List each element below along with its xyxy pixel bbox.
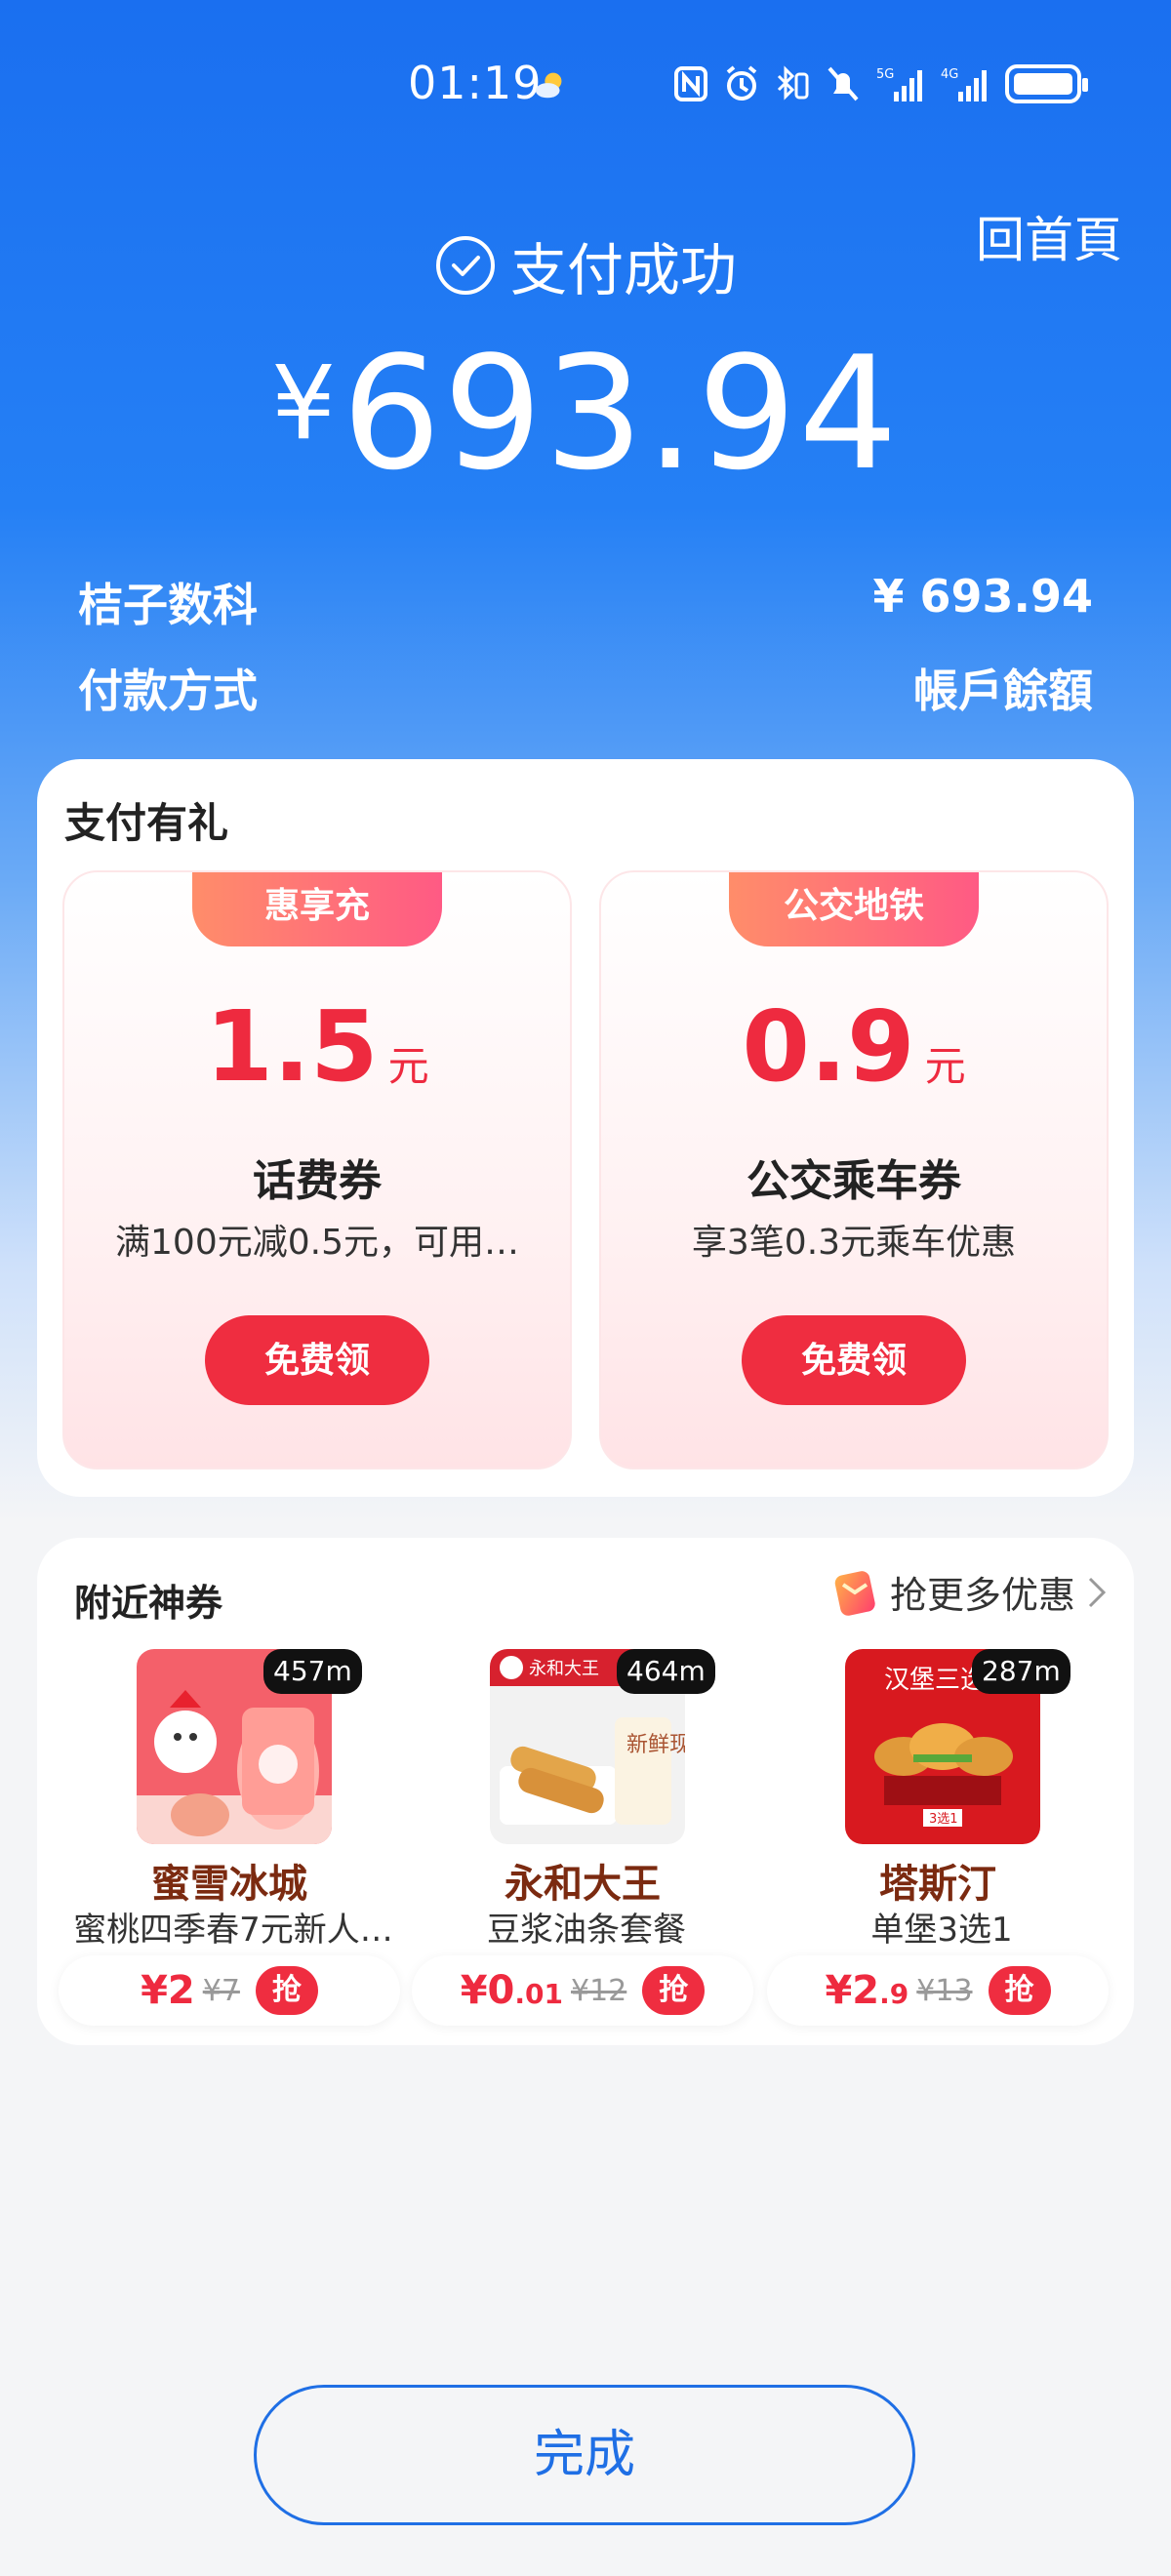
weather-sun-cloud-icon: [535, 72, 562, 99]
coupon-name: 公交乘车券: [747, 1156, 961, 1206]
more-deals-label: 抢更多优惠: [889, 1574, 1075, 1617]
deal-item[interactable]: 汉堡三选 3选1 287m 塔斯汀 单堡3选1 ¥2.9 ¥13 抢: [767, 1649, 1109, 2039]
coupon-amount: 1.5 元: [64, 989, 570, 1104]
chevron-right-icon: [1088, 1577, 1107, 1607]
grab-button[interactable]: 抢: [988, 1966, 1051, 2015]
done-button[interactable]: 完成: [254, 2385, 915, 2525]
coupon-tag: 惠享充: [192, 872, 442, 946]
deal-price-original: ¥13: [916, 1973, 973, 2008]
nearby-title: 附近神券: [74, 1582, 223, 1625]
deal-merchant: 蜜雪冰城: [151, 1862, 307, 1907]
claim-free-button[interactable]: 免费领: [742, 1315, 966, 1405]
coupon-amount-unit: 元: [387, 1042, 429, 1090]
payment-method-value: 帳戶餘額: [913, 664, 1093, 717]
claim-free-button[interactable]: 免费领: [205, 1315, 429, 1405]
mute-bell-icon: [828, 66, 859, 101]
coupon-amount-value: 0.9: [742, 989, 915, 1104]
coupon-desc: 满100元减0.5元，可用…: [115, 1223, 519, 1263]
payment-gift-card: 支付有礼 惠享充 1.5 元 话费券 满100元减0.5元，可用… 免费领 公交地…: [37, 759, 1134, 1497]
coupon-tag: 公交地铁: [729, 872, 979, 946]
coupon-amount-unit: 元: [924, 1042, 966, 1090]
deal-item[interactable]: 457m 蜜雪冰城 蜜桃四季春7元新人… ¥2 ¥7 抢: [59, 1649, 400, 2039]
battery-icon: [1005, 64, 1088, 103]
amount-value: 693.94: [342, 322, 900, 504]
nearby-deals-card: 附近神券 抢更多优惠 457m 蜜雪冰城 蜜桃四季春7元新人… ¥2 ¥7 抢 …: [37, 1538, 1134, 2045]
merchant-value: ¥ 693.94: [872, 570, 1093, 623]
deal-price-now: ¥2: [141, 1968, 195, 2013]
signal-5g-icon: 5G: [876, 67, 922, 101]
more-deals-link[interactable]: 抢更多优惠: [829, 1565, 1109, 1619]
svg-text:5G: 5G: [876, 67, 894, 82]
deal-price-pill[interactable]: ¥0.01 ¥12 抢: [412, 1955, 753, 2026]
deal-price-original: ¥12: [571, 1973, 627, 2008]
red-envelope-icon: [834, 1570, 875, 1616]
deal-distance: 457m: [263, 1649, 362, 1694]
bluetooth-battery-icon: [777, 65, 809, 101]
coupon-card[interactable]: 公交地铁 0.9 元 公交乘车券 享3笔0.3元乘车优惠 免费领: [599, 870, 1109, 1469]
grab-button[interactable]: 抢: [255, 1966, 318, 2015]
deal-merchant: 永和大王: [505, 1862, 661, 1907]
tastien-banner-text: 汉堡三选: [884, 1666, 986, 1695]
payment-amount: ¥693.94: [0, 322, 1171, 504]
yonghe-cup-text: 新鲜现磨: [626, 1733, 685, 1757]
status-time: 01:19: [408, 57, 543, 109]
yonghe-logo-text: 永和大王: [529, 1659, 599, 1679]
deal-desc: 豆浆油条套餐: [487, 1911, 686, 1950]
currency-symbol: ¥: [270, 343, 337, 463]
deal-desc: 蜜桃四季春7元新人…: [73, 1911, 393, 1950]
signal-4g-icon: 4G: [941, 67, 987, 101]
alarm-icon: [726, 65, 757, 101]
success-text: 支付成功: [509, 237, 737, 303]
deal-merchant: 塔斯汀: [879, 1862, 996, 1907]
nfc-icon: [674, 66, 707, 101]
deal-distance: 287m: [972, 1649, 1070, 1694]
deal-price-now: ¥2.9: [825, 1968, 909, 2013]
coupon-desc: 享3笔0.3元乘车优惠: [691, 1223, 1017, 1263]
status-bar: 01:19 5G 4G: [0, 0, 1171, 166]
coupon-amount-value: 1.5: [205, 989, 379, 1104]
deal-desc: 单堡3选1: [870, 1911, 1013, 1950]
payment-method-label: 付款方式: [78, 664, 258, 717]
deal-item[interactable]: 永和大王 新鲜现磨 464m 永和大王 豆浆油条套餐 ¥0.01 ¥12 抢: [412, 1649, 753, 2039]
coupon-card[interactable]: 惠享充 1.5 元 话费券 满100元减0.5元，可用… 免费领: [62, 870, 572, 1469]
deal-distance: 464m: [617, 1649, 715, 1694]
coupon-name: 话费券: [253, 1156, 382, 1206]
svg-text:4G: 4G: [941, 67, 958, 82]
tastien-badge-text: 3选1: [929, 1812, 958, 1827]
status-icons: 5G 4G: [673, 60, 1088, 107]
coupon-amount: 0.9 元: [601, 989, 1107, 1104]
deal-price-pill[interactable]: ¥2.9 ¥13 抢: [767, 1955, 1109, 2026]
merchant-row: 桔子数科 ¥ 693.94: [78, 570, 1093, 634]
gift-title: 支付有礼: [64, 799, 229, 847]
payment-method-row: 付款方式 帳戶餘額: [78, 656, 1093, 720]
deal-price-pill[interactable]: ¥2 ¥7 抢: [59, 1955, 400, 2026]
check-circle-icon: [435, 236, 495, 295]
deal-price-now: ¥0.01: [460, 1968, 563, 2013]
grab-button[interactable]: 抢: [642, 1966, 706, 2015]
deal-price-original: ¥7: [202, 1973, 240, 2008]
merchant-label: 桔子数科: [78, 579, 258, 631]
payment-success-banner: 支付成功: [0, 224, 1171, 306]
